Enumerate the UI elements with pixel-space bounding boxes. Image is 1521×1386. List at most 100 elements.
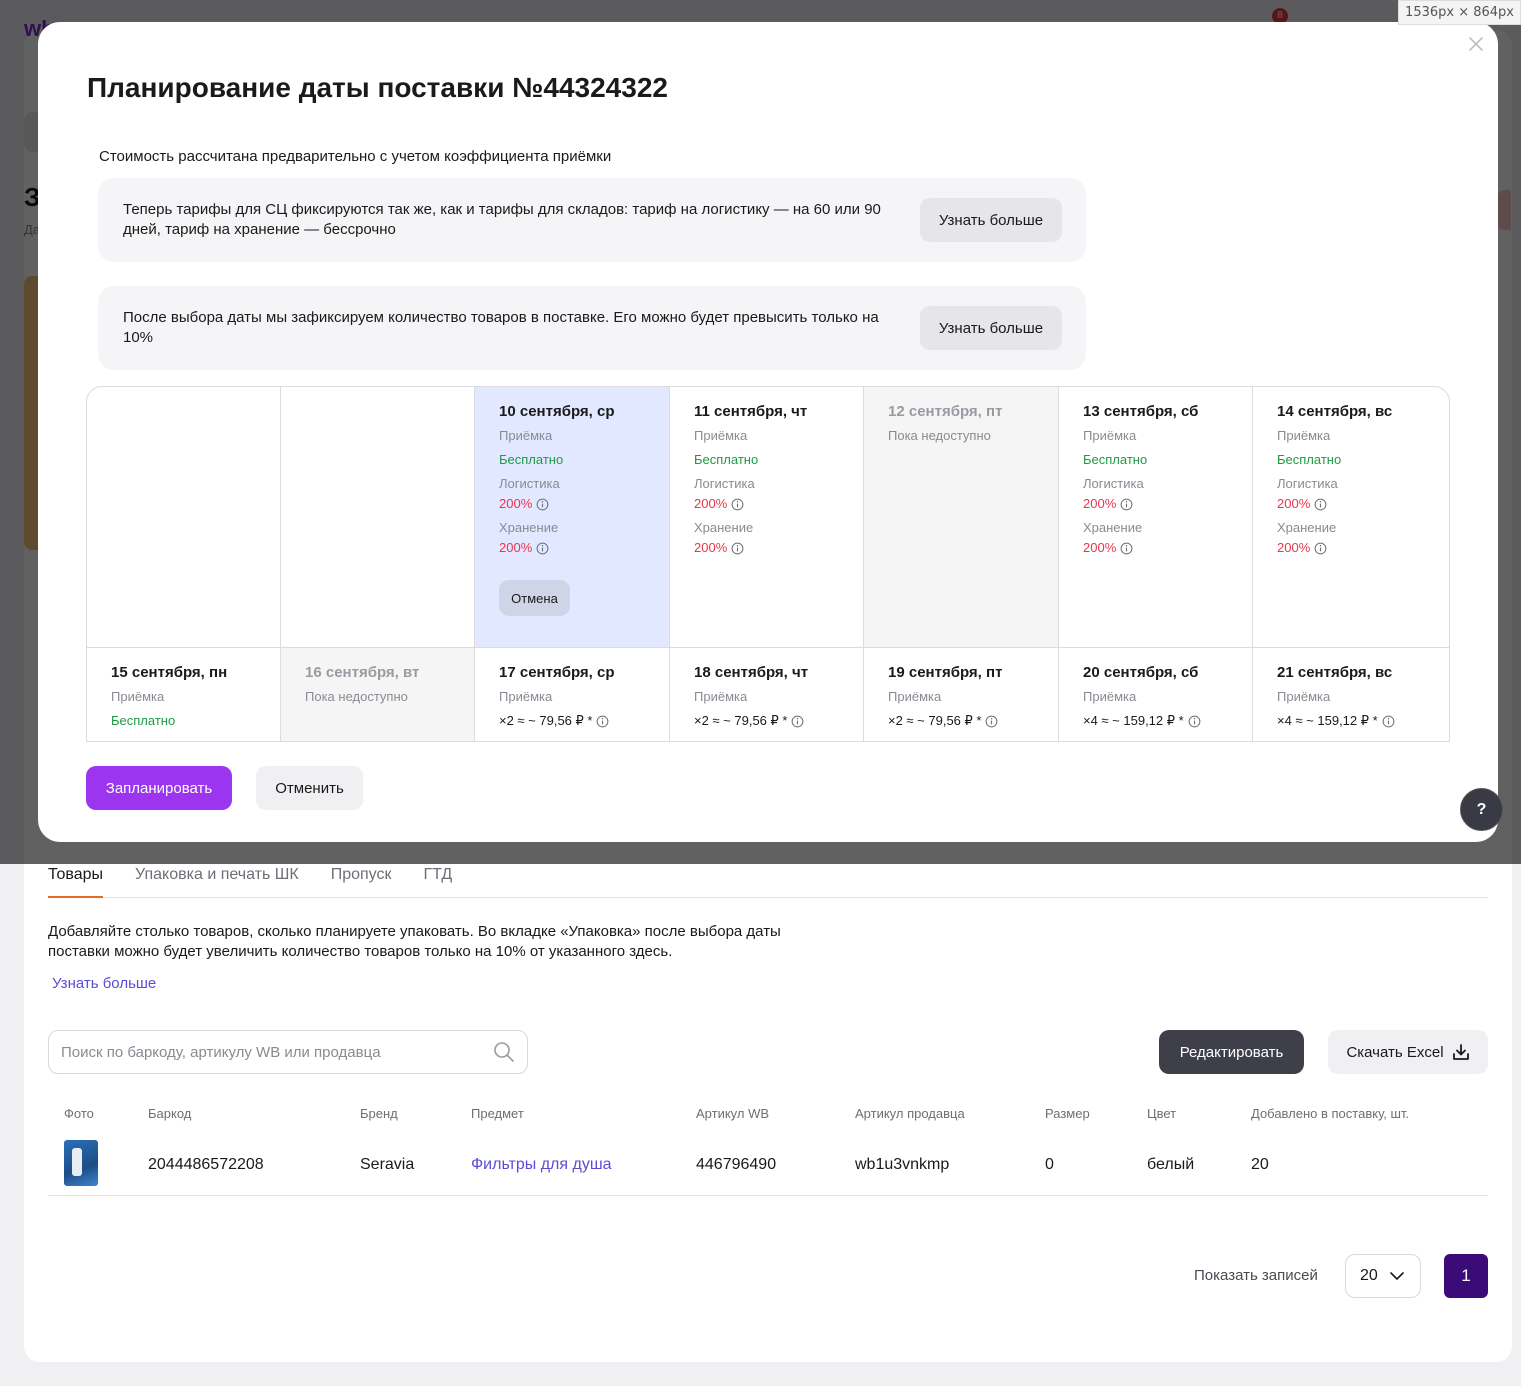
logistics-label: Логистика [499,476,560,491]
acceptance-label: Приёмка [499,428,553,443]
cell-color: белый [1147,1156,1195,1173]
tariff-notice: Теперь тарифы для СЦ фиксируются так же,… [98,178,1086,262]
header-brand: Бренд [360,1106,398,1121]
logistics-label: Логистика [1083,476,1144,491]
day-date: 13 сентября, сб [1083,403,1199,420]
logistics-rate-value: 200% [499,496,533,511]
edit-button[interactable]: Редактировать [1159,1030,1304,1074]
storage-label: Хранение [1277,520,1337,535]
info-icon[interactable] [1120,542,1133,555]
cell-subject-link[interactable]: Фильтры для душа [471,1156,612,1174]
close-icon[interactable] [1466,34,1486,54]
header-seller-article: Артикул продавца [855,1106,965,1121]
calendar-day-cell[interactable]: 21 сентября, вс Приёмка ×4 ≈ ~ 159,12 ₽ * [1253,648,1449,741]
day-date: 20 сентября, сб [1083,664,1199,681]
day-date: 18 сентября, чт [694,664,809,681]
day-unavailable-label: Пока недоступно [305,689,408,704]
cancel-date-selection-button[interactable]: Отмена [499,580,570,616]
cancel-button[interactable]: Отменить [256,766,363,810]
acceptance-cost-value: ×4 ≈ ~ 159,12 ₽ * [1277,713,1378,728]
pagination-label: Показать записей [1194,1267,1318,1284]
info-icon[interactable] [1188,715,1201,728]
logistics-rate: 200% [499,496,669,512]
calendar-day-cell[interactable]: 11 сентября, чт Приёмка Бесплатно Логистика… [670,387,864,648]
info-icon[interactable] [1314,498,1327,511]
storage-rate-value: 200% [499,540,533,555]
tab-pass[interactable]: Пропуск [331,862,392,898]
page-button-current[interactable]: 1 [1444,1254,1488,1298]
cell-size: 0 [1045,1156,1054,1173]
info-icon[interactable] [1382,715,1395,728]
schedule-button[interactable]: Запланировать [86,766,232,810]
calendar-day-cell[interactable]: 15 сентября, пн Приёмка Бесплатно [87,648,281,741]
header-barcode: Баркод [148,1106,192,1121]
acceptance-cost-value: ×4 ≈ ~ 159,12 ₽ * [1083,713,1184,728]
info-icon[interactable] [1314,542,1327,555]
table-row[interactable]: 2044486572208 Seravia Фильтры для душа 4… [48,1132,1488,1196]
tariff-learn-more-button[interactable]: Узнать больше [920,198,1062,242]
search-icon[interactable] [493,1041,515,1063]
info-icon[interactable] [731,498,744,511]
info-icon[interactable] [731,542,744,555]
calendar-cell-empty [281,387,475,648]
day-date: 16 сентября, вт [305,664,420,681]
acceptance-label: Приёмка [499,689,553,704]
quantity-notice: После выбора даты мы зафиксируем количес… [98,286,1086,370]
info-icon[interactable] [536,542,549,555]
calendar-day-cell[interactable]: 14 сентября, вс Приёмка Бесплатно Логистика… [1253,387,1449,648]
calendar-day-cell[interactable]: 13 сентября, сб Приёмка Бесплатно Логистика… [1059,387,1253,648]
supply-date-modal: Планирование даты поставки №44324322 Сто… [38,22,1498,842]
acceptance-free-value: Бесплатно [1083,452,1148,467]
goods-table: Фото Баркод Бренд Предмет Артикул WB Арт… [48,1098,1488,1196]
learn-more-link[interactable]: Узнать больше [52,975,156,992]
acceptance-label: Приёмка [111,689,165,704]
acceptance-free-value: Бесплатно [111,713,176,728]
storage-rate-value: 200% [1277,540,1311,555]
acceptance-cost-value: ×2 ≈ ~ 79,56 ₽ * [694,713,788,728]
calendar-day-cell[interactable]: 19 сентября, пт Приёмка ×2 ≈ ~ 79,56 ₽ * [864,648,1059,741]
info-icon[interactable] [791,715,804,728]
calendar-day-cell[interactable]: 18 сентября, чт Приёмка ×2 ≈ ~ 79,56 ₽ * [670,648,864,741]
calendar-cell-empty [87,387,281,648]
info-icon[interactable] [596,715,609,728]
goods-info-text: Добавляйте столько товаров, сколько план… [48,923,781,960]
download-excel-button[interactable]: Скачать Excel [1328,1030,1488,1074]
cell-added: 20 [1251,1156,1269,1173]
supply-tabs: Товары Упаковка и печать ШК Пропуск ГТД [48,862,1488,898]
acceptance-cost: ×4 ≈ ~ 159,12 ₽ * [1277,713,1449,729]
acceptance-label: Приёмка [1277,428,1331,443]
tab-goods[interactable]: Товары [48,862,104,898]
tab-packing[interactable]: Упаковка и печать ШК [135,862,299,898]
day-date: 12 сентября, пт [888,403,1003,420]
logistics-label: Логистика [694,476,755,491]
help-button[interactable]: ? [1460,788,1503,831]
header-photo: Фото [64,1106,94,1121]
logistics-rate-value: 200% [1083,496,1117,511]
download-icon [1452,1044,1469,1060]
viewport-size-label: 1536px × 864px [1398,0,1521,25]
calendar-day-cell[interactable]: 10 сентября, ср Приёмка Бесплатно Логистика… [475,387,670,648]
logistics-rate-value: 200% [694,496,728,511]
storage-rate: 200% [499,540,669,556]
storage-rate: 200% [1277,540,1449,556]
calendar-day-cell[interactable]: 20 сентября, сб Приёмка ×4 ≈ ~ 159,12 ₽ * [1059,648,1253,741]
storage-rate-value: 200% [1083,540,1117,555]
tab-gtd[interactable]: ГТД [424,862,453,898]
search-input[interactable] [49,1031,469,1073]
product-photo[interactable] [64,1140,98,1186]
acceptance-free-value: Бесплатно [1277,452,1342,467]
storage-rate-value: 200% [694,540,728,555]
logistics-label: Логистика [1277,476,1338,491]
acceptance-label: Приёмка [1083,689,1137,704]
header-subject: Предмет [471,1106,524,1121]
cell-barcode: 2044486572208 [148,1156,264,1173]
day-date: 19 сентября, пт [888,664,1003,681]
day-date: 15 сентября, пн [111,664,228,681]
info-icon[interactable] [1120,498,1133,511]
acceptance-cost-value: ×2 ≈ ~ 79,56 ₽ * [888,713,982,728]
info-icon[interactable] [536,498,549,511]
page-size-select[interactable]: 20 [1345,1254,1421,1298]
quantity-learn-more-button[interactable]: Узнать больше [920,306,1062,350]
calendar-day-cell[interactable]: 17 сентября, ср Приёмка ×2 ≈ ~ 79,56 ₽ * [475,648,670,741]
info-icon[interactable] [985,715,998,728]
